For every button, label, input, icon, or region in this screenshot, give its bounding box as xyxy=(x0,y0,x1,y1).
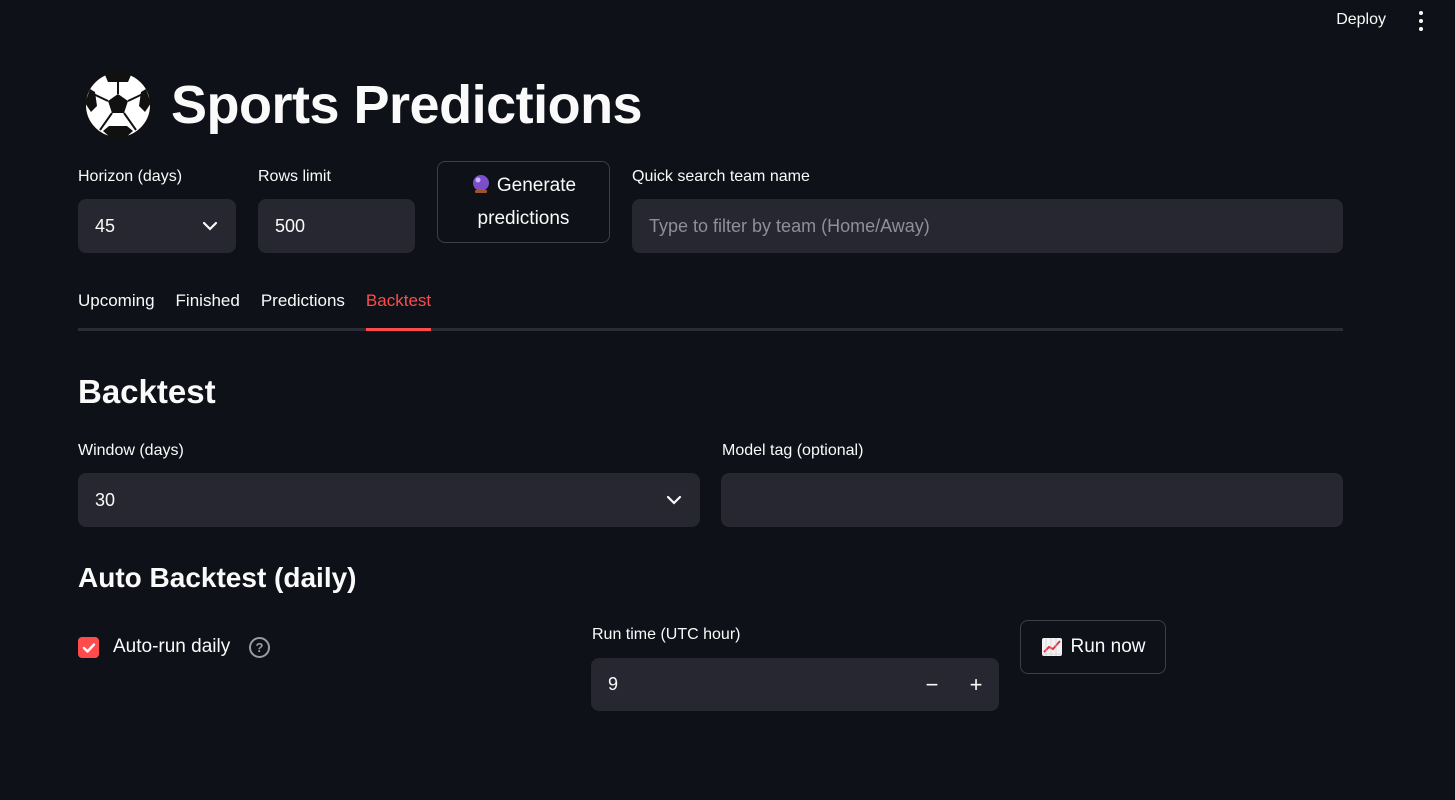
horizon-label: Horizon (days) xyxy=(78,168,183,185)
backtest-heading: Backtest xyxy=(78,373,216,410)
tab-backtest[interactable]: Backtest xyxy=(365,289,432,331)
kebab-menu-icon[interactable] xyxy=(1411,9,1431,33)
team-search-input[interactable]: Type to filter by team (Home/Away) xyxy=(632,199,1343,253)
soccer-ball-icon xyxy=(84,71,152,139)
rows-limit-label: Rows limit xyxy=(258,168,331,185)
tab-predictions[interactable]: Predictions xyxy=(261,289,345,328)
chart-increasing-icon xyxy=(1041,638,1062,656)
deploy-button[interactable]: Deploy xyxy=(1336,11,1386,29)
auto-run-checkbox[interactable] xyxy=(78,637,99,658)
generate-predictions-button[interactable]: Generate predictions xyxy=(437,161,610,243)
run-time-value: 9 xyxy=(608,674,619,694)
window-value: 30 xyxy=(95,489,116,510)
auto-run-label[interactable]: Auto-run daily xyxy=(113,636,230,658)
chevron-down-icon xyxy=(666,495,682,505)
run-time-label: Run time (UTC hour) xyxy=(592,626,741,643)
auto-backtest-heading: Auto Backtest (daily) xyxy=(78,562,357,593)
crystal-ball-icon xyxy=(472,175,489,193)
checkmark-icon xyxy=(82,642,95,653)
increment-button[interactable]: + xyxy=(955,658,997,711)
tab-finished[interactable]: Finished xyxy=(176,289,240,328)
chevron-down-icon xyxy=(202,221,218,231)
horizon-select[interactable]: 45 xyxy=(78,199,236,253)
help-icon[interactable]: ? xyxy=(249,637,270,658)
run-time-input[interactable]: 9 − + xyxy=(591,658,999,711)
search-label: Quick search team name xyxy=(632,168,810,185)
decrement-button[interactable]: − xyxy=(911,658,953,711)
generate-label-2: predictions xyxy=(477,208,570,229)
window-label: Window (days) xyxy=(78,442,184,459)
page-title: Sports Predictions xyxy=(171,75,643,135)
model-tag-input[interactable] xyxy=(721,473,1343,527)
tab-upcoming[interactable]: Upcoming xyxy=(78,289,155,328)
generate-label-1: Generate xyxy=(496,175,577,196)
search-placeholder: Type to filter by team (Home/Away) xyxy=(649,215,930,236)
generate-line-1: Generate xyxy=(471,169,576,202)
page-header: Sports Predictions xyxy=(83,70,643,140)
horizon-value: 45 xyxy=(95,215,116,236)
tab-bar: Upcoming Finished Predictions Backtest xyxy=(78,289,1343,331)
top-bar: Deploy xyxy=(0,0,1455,44)
window-select[interactable]: 30 xyxy=(78,473,700,527)
model-tag-label: Model tag (optional) xyxy=(722,442,864,459)
rows-limit-input[interactable]: 500 xyxy=(258,199,415,253)
run-now-button[interactable]: Run now xyxy=(1020,620,1166,674)
rows-limit-value: 500 xyxy=(275,215,306,236)
run-now-label: Run now xyxy=(1070,636,1146,657)
